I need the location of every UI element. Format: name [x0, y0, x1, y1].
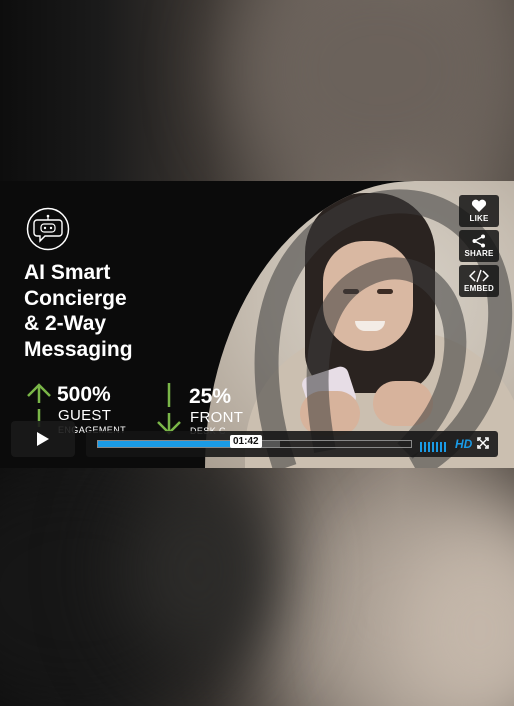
headline-line: & 2-Way — [24, 312, 107, 335]
embed-label: EMBED — [464, 284, 494, 293]
headline-line: AI Smart — [24, 261, 111, 284]
control-bar: 01:42 HD — [86, 431, 498, 457]
embed-button[interactable]: EMBED — [459, 265, 499, 297]
share-label: SHARE — [464, 249, 494, 258]
chat-bot-icon — [26, 207, 70, 251]
stat-label: FRONT — [190, 409, 244, 426]
share-button[interactable]: SHARE — [459, 230, 499, 262]
headline-line: Concierge — [24, 286, 127, 310]
played-fill — [98, 441, 236, 447]
volume-icon[interactable] — [420, 439, 448, 457]
progress-bar[interactable]: 01:42 — [97, 435, 412, 448]
headline: AI Smart Concierge & 2-Way Messaging — [24, 260, 224, 362]
current-time: 01:42 — [230, 435, 262, 448]
like-button[interactable]: LIKE — [459, 195, 499, 227]
heart-icon — [471, 199, 487, 212]
code-icon — [469, 269, 489, 283]
stat-value: 500% — [57, 383, 111, 406]
down-arrow-icon — [157, 383, 181, 435]
play-icon — [37, 432, 49, 446]
like-label: LIKE — [469, 214, 489, 223]
hd-toggle[interactable]: HD — [455, 437, 472, 451]
stat-value: 25% — [189, 385, 232, 408]
headline-line: Messaging — [24, 337, 133, 361]
fullscreen-icon[interactable] — [477, 437, 489, 449]
share-icon — [472, 234, 485, 248]
video-player[interactable]: AI Smart Concierge & 2-Way Messaging 500… — [0, 181, 514, 468]
play-button[interactable] — [11, 421, 75, 457]
